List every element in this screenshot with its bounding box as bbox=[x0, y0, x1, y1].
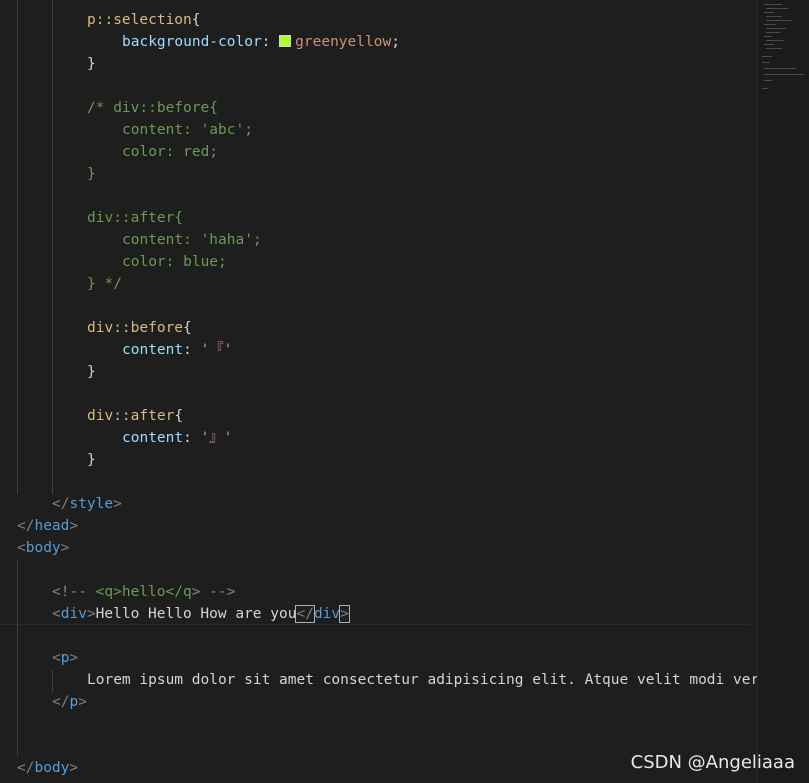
minimap-line bbox=[764, 80, 772, 81]
minimap-line bbox=[766, 40, 784, 41]
code-line: div::after{ bbox=[87, 408, 184, 424]
comment: } bbox=[87, 166, 96, 182]
css-selector: div::after bbox=[87, 408, 175, 424]
code-line: <!-- <q>hello</q> --> bbox=[52, 581, 235, 603]
html-tag: p bbox=[69, 694, 79, 710]
code-line: } bbox=[87, 163, 96, 185]
color-swatch-icon[interactable] bbox=[279, 35, 292, 47]
code-line: div::before{ bbox=[87, 320, 192, 336]
css-property: content bbox=[122, 430, 184, 446]
watermark: CSDN @Angeliaaa bbox=[630, 752, 795, 773]
indent-guide bbox=[17, 0, 18, 494]
comment: <!-- <q>hello</q> --> bbox=[52, 584, 236, 600]
code-line: content: '』' bbox=[122, 430, 233, 446]
css-value: '』' bbox=[200, 430, 233, 446]
code-line: div::after{ bbox=[87, 207, 183, 229]
code-line: } bbox=[87, 364, 96, 380]
minimap-line bbox=[764, 24, 776, 25]
css-selector: div::before bbox=[87, 320, 184, 336]
indent-guide bbox=[17, 560, 18, 756]
comment: } */ bbox=[87, 276, 122, 292]
indent-guide bbox=[52, 670, 53, 692]
html-tag: head bbox=[34, 518, 70, 534]
code-line: color: blue; bbox=[122, 251, 227, 273]
html-tag: style bbox=[69, 496, 114, 512]
comment: color: red; bbox=[122, 144, 219, 160]
html-tag: body bbox=[25, 540, 61, 556]
minimap-line bbox=[764, 68, 796, 69]
minimap-line bbox=[766, 16, 782, 17]
code-line: background-color: greenyellow; bbox=[122, 34, 400, 50]
minimap-line bbox=[766, 28, 786, 29]
minimap-line bbox=[764, 36, 772, 37]
code-line: </p> bbox=[52, 694, 87, 710]
minimap-line bbox=[762, 56, 772, 57]
code-line: content: 'abc'; bbox=[122, 119, 253, 141]
minimap-line bbox=[762, 62, 770, 63]
css-property: content bbox=[122, 342, 184, 358]
code-line: content: 'haha'; bbox=[122, 229, 262, 251]
code-line: </head> bbox=[17, 518, 79, 534]
minimap[interactable] bbox=[757, 0, 809, 783]
minimap-line bbox=[766, 32, 780, 33]
code-line: } */ bbox=[87, 273, 122, 295]
indent-guide bbox=[52, 0, 53, 494]
code-line: } bbox=[87, 56, 96, 72]
code-line: /* div::before{ bbox=[87, 97, 218, 119]
element-text: Hello Hello How are you bbox=[95, 606, 297, 622]
css-value: '『' bbox=[200, 342, 233, 358]
code-line: <p> bbox=[52, 650, 79, 666]
minimap-line bbox=[766, 48, 782, 49]
minimap-line bbox=[764, 44, 774, 45]
code-editor[interactable]: p::selection{ background-color: greenyel… bbox=[0, 0, 757, 783]
comment: color: blue; bbox=[122, 254, 227, 270]
minimap-line bbox=[766, 8, 788, 9]
comment: content: 'haha'; bbox=[122, 232, 262, 248]
minimap-line bbox=[764, 12, 774, 13]
code-line: } bbox=[87, 452, 96, 468]
code-line: </body> bbox=[17, 760, 79, 776]
html-tag: div bbox=[60, 606, 87, 622]
comment: /* div::before{ bbox=[87, 100, 218, 116]
code-line: </style> bbox=[52, 496, 122, 512]
html-tag: div bbox=[313, 606, 341, 622]
html-tag: body bbox=[34, 760, 70, 776]
css-value: greenyellow bbox=[295, 34, 392, 50]
css-selector: p::selection bbox=[87, 12, 192, 28]
minimap-line bbox=[762, 88, 768, 89]
text-cursor: </ bbox=[295, 605, 315, 623]
comment: content: 'abc'; bbox=[122, 122, 253, 138]
css-property: background-color bbox=[122, 34, 262, 50]
minimap-line bbox=[766, 20, 792, 21]
code-line: Lorem ipsum dolor sit amet consectetur a… bbox=[87, 669, 757, 691]
code-line: color: red; bbox=[122, 141, 218, 163]
minimap-line bbox=[764, 74, 804, 75]
minimap-line bbox=[764, 4, 782, 5]
element-text: Lorem ipsum dolor sit amet consectetur a… bbox=[87, 672, 757, 688]
code-line: p::selection{ bbox=[87, 12, 201, 28]
code-line: content: '『' bbox=[122, 342, 233, 358]
code-line: <div>Hello Hello How are you</div> bbox=[52, 605, 350, 623]
comment: div::after{ bbox=[87, 210, 184, 226]
code-line: <body> bbox=[17, 540, 70, 556]
